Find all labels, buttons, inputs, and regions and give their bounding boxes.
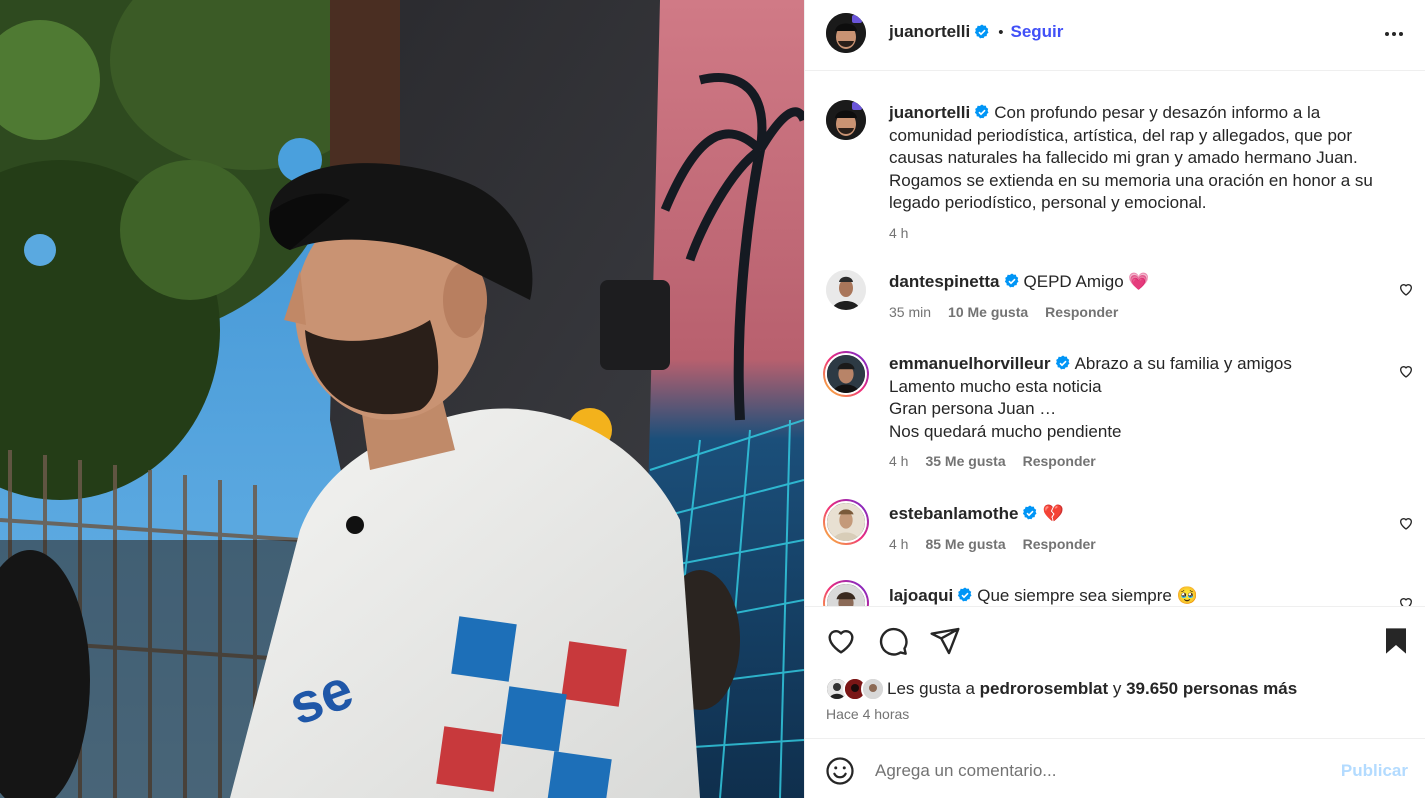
comment-text: 💔 — [1042, 504, 1064, 523]
verified-badge-icon — [975, 104, 989, 119]
heart-icon[interactable] — [825, 625, 857, 657]
post-timestamp: Hace 4 horas — [826, 706, 910, 722]
more-icon[interactable] — [1380, 22, 1408, 46]
comment-text: QEPD Amigo 💗 — [1023, 272, 1150, 291]
comment-text: Que siempre sea siempre 🥹 — [977, 586, 1198, 605]
comment-meta: 35 min 10 Me gusta Responder — [889, 301, 1389, 324]
verified-badge-icon — [1055, 355, 1070, 370]
post-actions: Les gusta a pedrorosemblat y 39.650 pers… — [805, 606, 1425, 738]
comment-time: 4 h — [889, 453, 909, 469]
caption-meta: 4 h — [889, 222, 1389, 245]
comment-likes[interactable]: 35 Me gusta — [925, 450, 1005, 473]
author-avatar[interactable] — [826, 13, 866, 53]
comment-text-line: Lamento mucho esta noticia — [889, 376, 1102, 396]
emoji-icon[interactable] — [825, 756, 855, 786]
caption-body: juanortelli Con profundo pesar y desazón … — [889, 102, 1389, 244]
comment-text-line: Abrazo a su familia y amigos — [1074, 354, 1292, 373]
caption-time: 4 h — [889, 224, 909, 241]
publish-button[interactable]: Publicar — [1341, 761, 1408, 781]
comment-time: 35 min — [889, 303, 932, 320]
comment-like-heart-icon[interactable] — [1398, 281, 1414, 297]
reply-button[interactable]: Responder — [1023, 450, 1096, 473]
likes-summary[interactable]: Les gusta a pedrorosemblat y 39.650 pers… — [825, 677, 1297, 701]
comments-list[interactable]: juanortelli Con profundo pesar y desazón … — [805, 71, 1425, 606]
likes-prefix: Les gusta a — [887, 679, 975, 698]
comment-composer: Publicar — [805, 738, 1425, 798]
verified-badge-icon — [958, 587, 972, 602]
liker-avatar — [861, 677, 885, 701]
liker-avatars — [825, 677, 885, 701]
comment-body: lajoaqui Que siempre sea siempre 🥹 — [889, 585, 1389, 606]
comment-body: emmanuelhorvilleur Abrazo a su familia y … — [889, 353, 1389, 473]
likes-connector: y — [1112, 679, 1122, 698]
follow-button[interactable]: Seguir — [1011, 22, 1064, 42]
comment-time: 4 h — [889, 535, 909, 552]
comment-body: dantespinetta QEPD Amigo 💗 35 min 10 Me g… — [889, 271, 1389, 323]
commenter-avatar[interactable] — [823, 499, 869, 545]
reply-button[interactable]: Responder — [1023, 533, 1096, 556]
likes-user[interactable]: pedrorosemblat — [980, 679, 1108, 699]
post-image: se — [0, 0, 804, 798]
verified-badge-icon — [1023, 505, 1037, 520]
author-username[interactable]: juanortelli — [889, 22, 970, 42]
reply-button[interactable]: Responder — [1045, 301, 1118, 324]
comment-body: estebanlamothe 💔 4 h 85 Me gusta Responde… — [889, 503, 1389, 555]
comment-like-heart-icon[interactable] — [1398, 595, 1414, 606]
post-photo[interactable]: se — [0, 0, 804, 798]
comment-username[interactable]: emmanuelhorvilleur — [889, 354, 1051, 373]
verified-badge-icon — [1004, 273, 1019, 288]
share-icon[interactable] — [929, 625, 961, 657]
bookmark-icon[interactable] — [1380, 625, 1412, 657]
comment-username[interactable]: estebanlamothe — [889, 504, 1018, 523]
comment-icon[interactable] — [877, 625, 909, 657]
header-username-row: juanortelli • Seguir — [889, 22, 1063, 42]
comment-input[interactable] — [875, 757, 1325, 785]
comment-username[interactable]: dantespinetta — [889, 272, 1000, 291]
commenter-avatar[interactable] — [823, 580, 869, 606]
action-icons — [825, 625, 961, 657]
comment-like-heart-icon[interactable] — [1398, 363, 1414, 379]
post-header: juanortelli • Seguir — [805, 0, 1425, 71]
comment-username[interactable]: lajoaqui — [889, 586, 953, 605]
commenter-avatar[interactable] — [823, 351, 869, 397]
caption-avatar[interactable] — [826, 100, 866, 140]
comment-likes[interactable]: 10 Me gusta — [948, 301, 1028, 324]
comment-like-heart-icon[interactable] — [1398, 515, 1414, 531]
comment-text-line: Nos quedará mucho pendiente — [889, 421, 1122, 441]
separator-dot: • — [998, 23, 1004, 41]
likes-count[interactable]: 39.650 personas más — [1126, 679, 1297, 699]
comment-meta: 4 h 35 Me gusta Responder — [889, 450, 1389, 473]
verified-badge-icon — [975, 24, 989, 39]
comment-text-line: Gran persona Juan … — [889, 399, 1057, 418]
commenter-avatar[interactable] — [826, 270, 866, 310]
comment-likes[interactable]: 85 Me gusta — [925, 533, 1005, 556]
post-side-panel: juanortelli • Seguir juanortelli Con prof… — [804, 0, 1425, 798]
caption-username[interactable]: juanortelli — [889, 103, 970, 122]
comment-meta: 4 h 85 Me gusta Responder — [889, 533, 1389, 556]
